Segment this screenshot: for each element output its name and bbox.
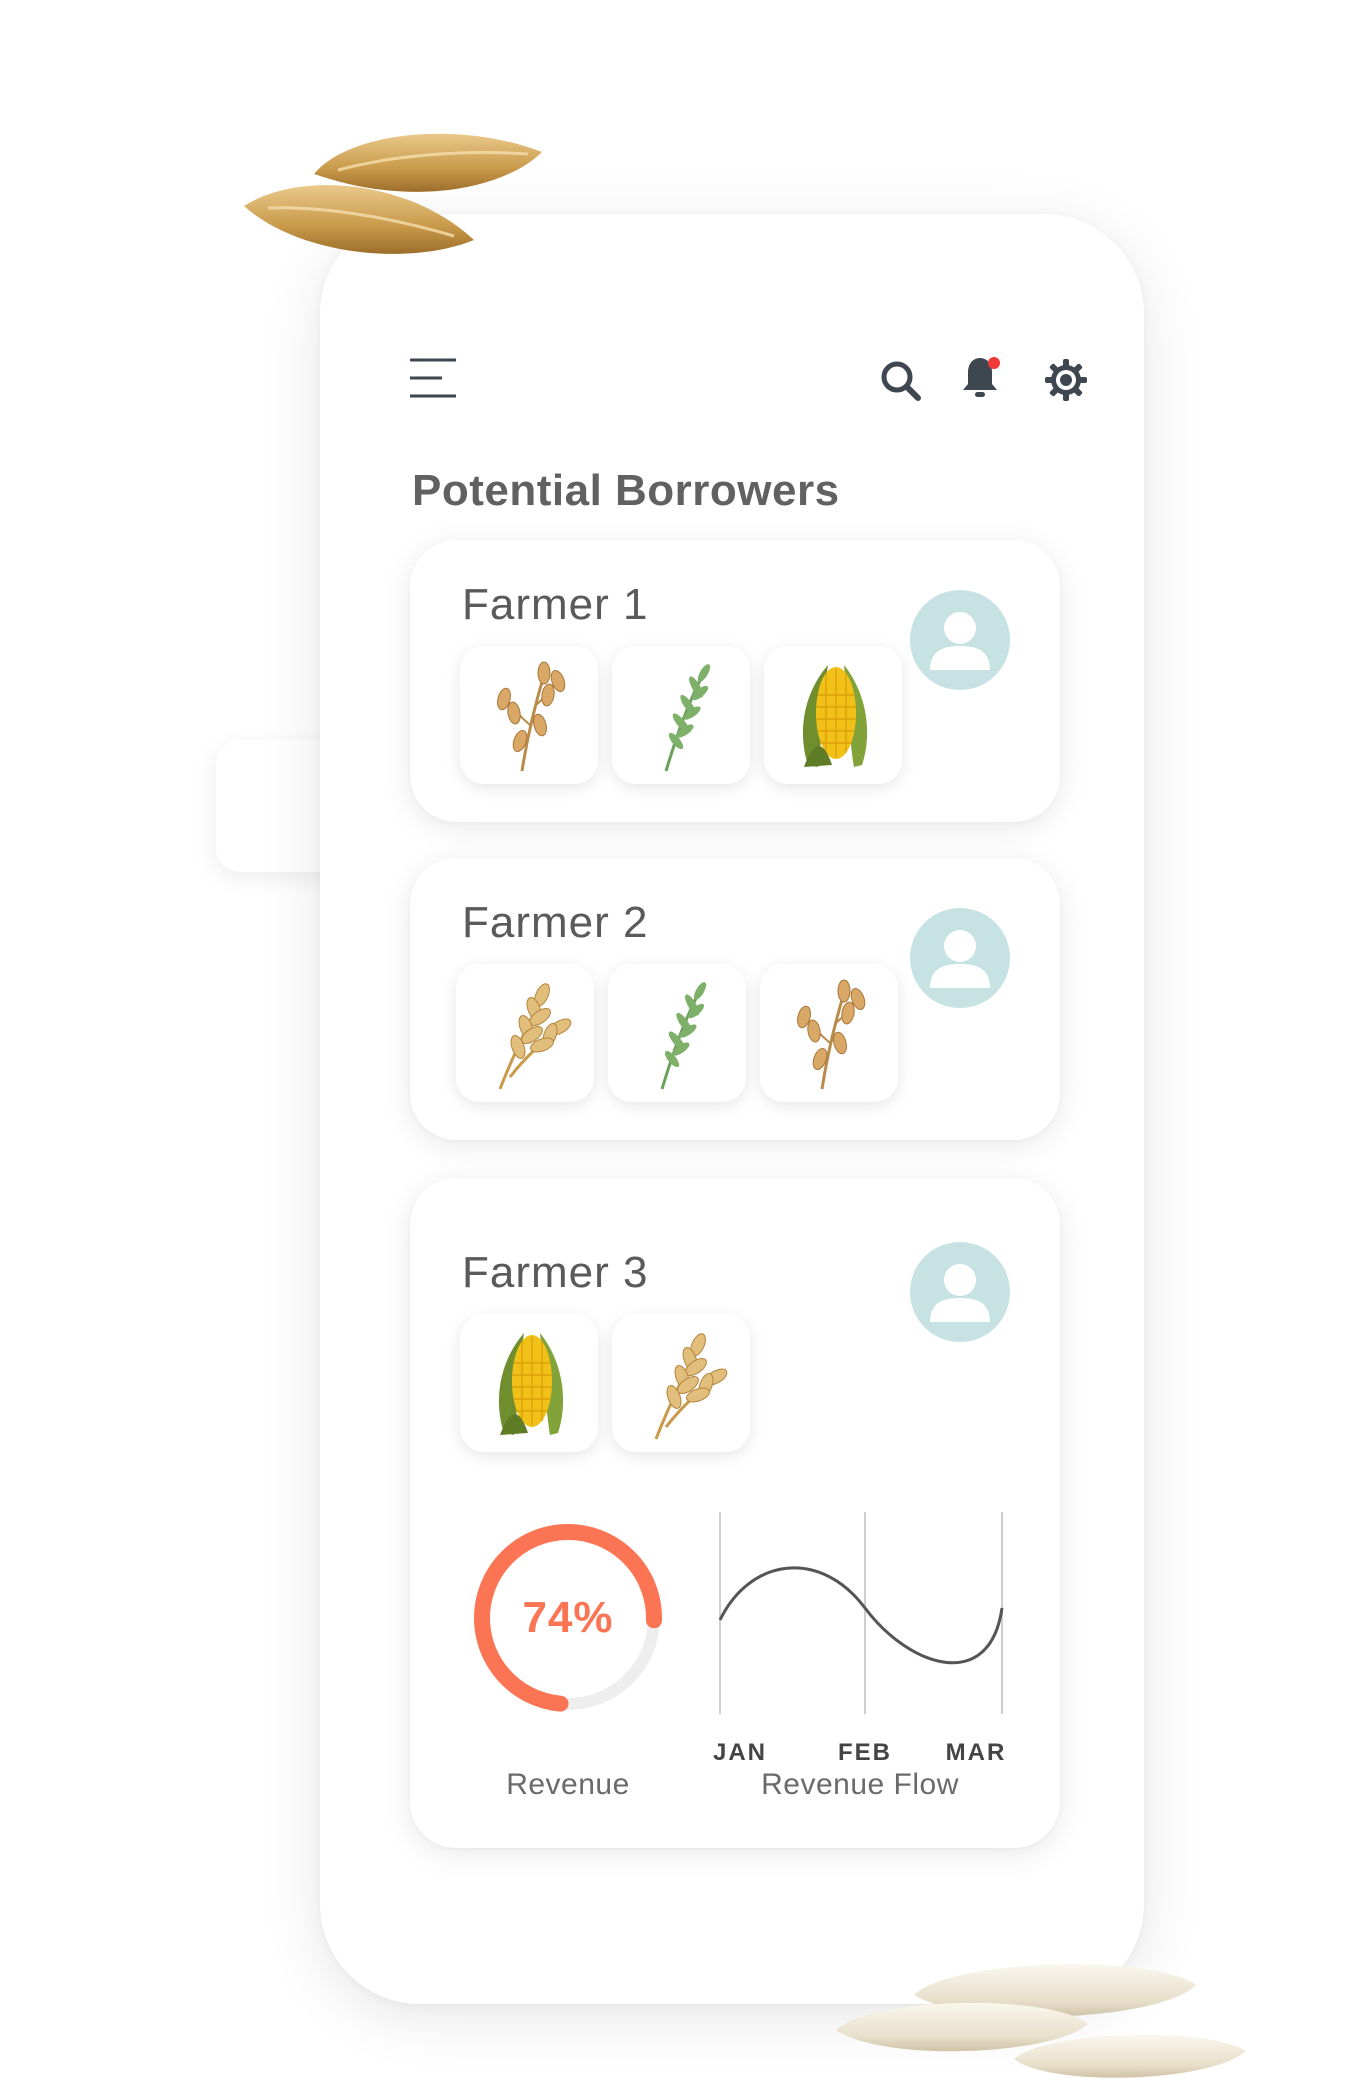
user-icon bbox=[930, 1264, 990, 1322]
crop-tile-corn[interactable] bbox=[764, 646, 902, 784]
crop-tile-wheat[interactable] bbox=[456, 964, 594, 1102]
wheat-icon bbox=[654, 1333, 728, 1440]
crop-list bbox=[460, 1314, 750, 1452]
crop-tile-millet[interactable] bbox=[608, 964, 746, 1102]
revenue-flow-line bbox=[718, 1566, 1004, 1665]
month-label: JAN bbox=[713, 1739, 767, 1766]
user-icon bbox=[930, 612, 990, 670]
notification-bell-icon[interactable] bbox=[960, 354, 1004, 402]
revenue-value: 74% bbox=[522, 1593, 614, 1642]
crop-tile-corn[interactable] bbox=[460, 1314, 598, 1452]
grain-seed-image bbox=[244, 185, 474, 254]
revenue-label: Revenue bbox=[506, 1768, 630, 1801]
revenue-flow-chart: JAN FEB MAR bbox=[713, 1512, 1007, 1766]
avatar[interactable] bbox=[910, 590, 1010, 690]
crop-tile-wheat[interactable] bbox=[612, 1314, 750, 1452]
farmer-name: Farmer 3 bbox=[462, 1248, 649, 1297]
settings-gear-icon[interactable] bbox=[1044, 358, 1088, 402]
avatar[interactable] bbox=[910, 1242, 1010, 1342]
crop-list bbox=[460, 646, 902, 784]
farmer-card[interactable]: Farmer 3 74% Revenue JAN FEB MAR Revenue… bbox=[410, 1178, 1060, 1848]
millet-icon bbox=[664, 664, 711, 772]
avatar[interactable] bbox=[910, 908, 1010, 1008]
farmer-card[interactable]: Farmer 2 bbox=[410, 858, 1060, 1140]
search-icon[interactable] bbox=[878, 358, 922, 402]
crop-list bbox=[456, 964, 898, 1102]
menu-icon[interactable] bbox=[408, 356, 458, 400]
wheat-icon bbox=[498, 983, 572, 1090]
crop-tile-millet[interactable] bbox=[612, 646, 750, 784]
phone-frame: Potential Borrowers Farmer 1 Farmer 2 Fa… bbox=[320, 214, 1144, 2004]
page-title: Potential Borrowers bbox=[412, 466, 840, 515]
farmer-name: Farmer 1 bbox=[462, 580, 649, 629]
month-label: MAR bbox=[946, 1739, 1007, 1766]
user-icon bbox=[930, 930, 990, 988]
millet-icon bbox=[660, 982, 707, 1090]
revenue-flow-label: Revenue Flow bbox=[761, 1768, 959, 1801]
oat-icon bbox=[497, 661, 566, 772]
month-label: FEB bbox=[838, 1739, 892, 1766]
oat-icon bbox=[797, 979, 866, 1090]
corn-icon bbox=[498, 1333, 564, 1435]
farmer-card[interactable]: Farmer 1 bbox=[410, 540, 1060, 822]
corn-icon bbox=[802, 665, 868, 767]
crop-tile-oat[interactable] bbox=[760, 964, 898, 1102]
crop-tile-oat[interactable] bbox=[460, 646, 598, 784]
rice-grain-image bbox=[1014, 2034, 1246, 2078]
farmer-name: Farmer 2 bbox=[462, 898, 649, 947]
notification-dot-icon bbox=[988, 357, 1000, 369]
